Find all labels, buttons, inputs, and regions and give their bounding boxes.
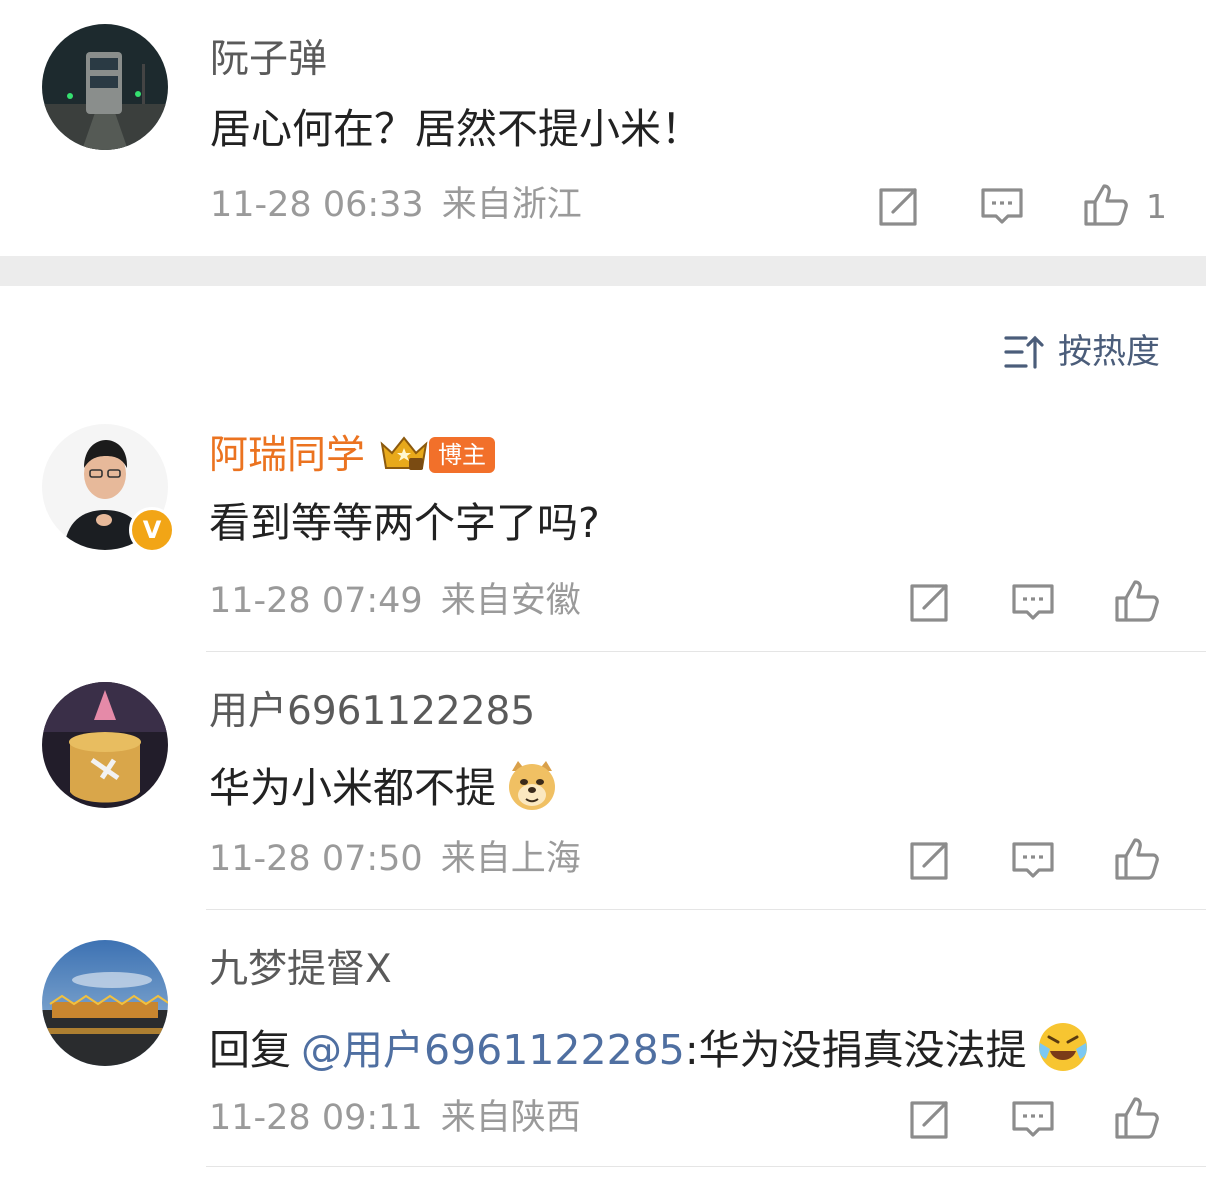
comment-time: 11-28 09:11 — [209, 1098, 423, 1138]
comment-meta: 11-28 07:50 来自上海 — [209, 842, 581, 877]
comment-meta: 11-28 06:33 来自浙江 — [210, 188, 582, 223]
mention-link[interactable]: @用户6961122285 — [301, 1030, 685, 1071]
comment-divider — [206, 651, 1206, 652]
comment-time: 11-28 07:50 — [209, 839, 423, 879]
blogger-badge: 博主 — [429, 437, 496, 473]
comment-location: 来自上海 — [440, 839, 581, 879]
like-count: 1 — [1146, 187, 1167, 226]
avatar[interactable] — [42, 24, 168, 150]
comment-divider — [206, 1166, 1206, 1167]
share-icon[interactable] — [904, 836, 952, 884]
share-icon[interactable] — [904, 1095, 952, 1143]
comment-icon[interactable] — [1009, 578, 1057, 626]
sort-button[interactable]: 按热度 — [1004, 334, 1160, 370]
comment-username[interactable]: 阿瑞同学 — [209, 436, 365, 475]
share-icon[interactable] — [873, 182, 921, 230]
comment-location: 来自陕西 — [440, 1098, 581, 1138]
comment-icon[interactable] — [1009, 836, 1057, 884]
avatar[interactable] — [42, 940, 168, 1066]
thumbs-up-icon[interactable] — [1113, 1093, 1161, 1141]
section-divider — [0, 256, 1206, 286]
thumbs-up-icon[interactable] — [1082, 180, 1130, 228]
comment-meta: 11-28 09:11 来自陕西 — [209, 1101, 581, 1136]
comment-text-body: 华为小米都不提 — [209, 764, 496, 812]
comment-text: 回复 @用户6961122285 :华为没捐真没法提 — [209, 1019, 1091, 1082]
comment-icon[interactable] — [978, 182, 1026, 230]
comment-username[interactable]: 九梦提督X — [209, 950, 392, 989]
verified-icon: V — [129, 507, 175, 553]
comment-location: 来自浙江 — [441, 185, 582, 225]
sort-label: 按热度 — [1058, 332, 1160, 372]
thumbs-up-icon[interactable] — [1113, 834, 1161, 882]
laugh-cry-emoji — [1035, 1019, 1091, 1082]
comment-username[interactable]: 阮子弹 — [210, 40, 327, 79]
comment-time: 11-28 06:33 — [210, 185, 424, 225]
crown-icon — [379, 434, 429, 476]
comment-location: 来自安徽 — [440, 581, 581, 621]
comment-text: 华为小米都不提 — [209, 757, 560, 820]
avatar[interactable] — [42, 682, 168, 808]
comment-meta: 11-28 07:49 来自安徽 — [209, 584, 581, 619]
doge-emoji — [504, 757, 560, 820]
reply-prefix: 回复 — [209, 1026, 291, 1074]
comment-divider — [206, 909, 1206, 910]
sort-icon — [1004, 335, 1044, 369]
thumbs-up-icon[interactable] — [1113, 576, 1161, 624]
comment-text: 看到等等两个字了吗? — [209, 499, 600, 547]
comment-header: 阿瑞同学 博主 — [209, 434, 496, 476]
comment-username[interactable]: 用户6961122285 — [209, 692, 535, 731]
share-icon[interactable] — [904, 578, 952, 626]
comment-text: 居心何在？居然不提小米！ — [210, 105, 702, 153]
comment-text-body: :华为没捐真没法提 — [684, 1026, 1027, 1074]
comment-time: 11-28 07:49 — [209, 581, 423, 621]
comment-icon[interactable] — [1009, 1095, 1057, 1143]
